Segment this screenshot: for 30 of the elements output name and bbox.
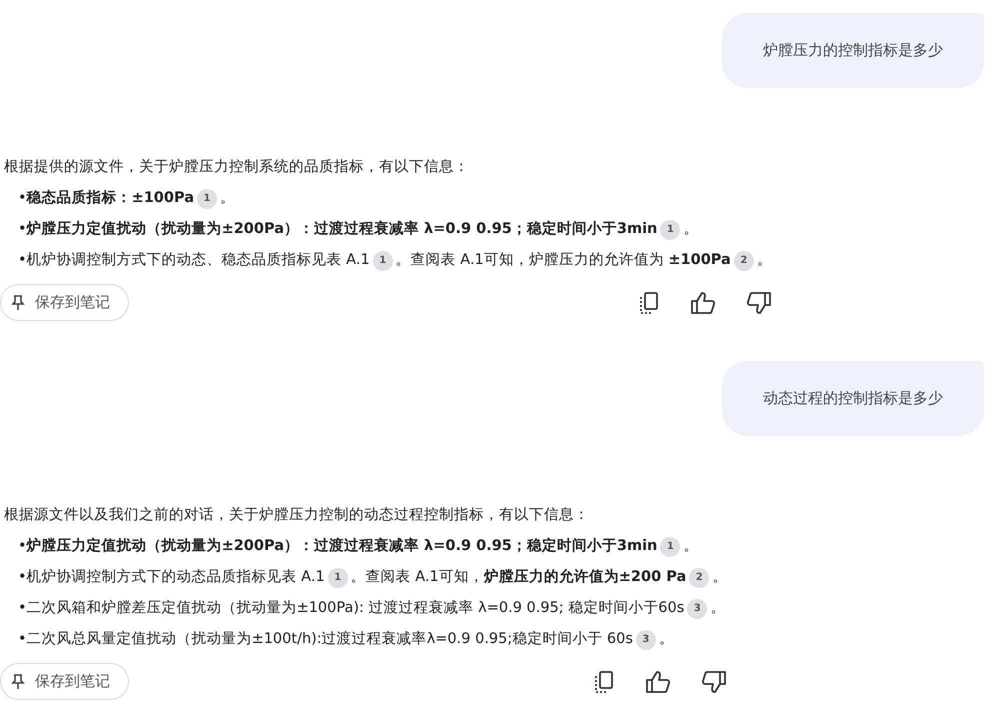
thumbs-up-icon[interactable]: [690, 290, 716, 314]
save-to-notes-button[interactable]: 保存到笔记: [0, 663, 129, 700]
citation-badge[interactable]: 3: [687, 599, 708, 619]
answer-intro: 根据提供的源文件，关于炉膛压力控制系统的品质指标，有以下信息：: [4, 158, 470, 177]
thumbs-down-icon[interactable]: [701, 670, 728, 694]
user-message-bubble: 炉膛压力的控制指标是多少: [722, 13, 984, 88]
bullet-point: •炉膛压力定值扰动（扰动量为±200Pa）：过渡过程衰减率 λ=0.9 0.95；稳定时间小于3min 1 。: [4, 531, 728, 562]
citation-badge[interactable]: 1: [197, 189, 218, 209]
save-to-notes-button[interactable]: 保存到笔记: [0, 284, 129, 321]
thumbs-up-icon[interactable]: [645, 670, 672, 694]
citation-badge[interactable]: 3: [636, 630, 656, 650]
thumbs-down-icon[interactable]: [746, 290, 772, 314]
citation-badge[interactable]: 1: [372, 251, 393, 271]
citation-badge[interactable]: 1: [328, 568, 348, 588]
citation-badge[interactable]: 1: [660, 220, 680, 240]
citation-badge[interactable]: 2: [689, 568, 710, 588]
user-message-bubble: 动态过程的控制指标是多少: [722, 361, 984, 436]
pin-icon: [11, 294, 25, 310]
bullet-point: •稳态品质指标：±100Pa 1 。: [4, 183, 772, 214]
copy-icon[interactable]: [593, 670, 616, 694]
pin-icon: [11, 674, 25, 690]
bullet-point: •炉膛压力定值扰动（扰动量为±200Pa）：过渡过程衰减率 λ=0.9 0.95；稳定时间小于3min 1 。: [4, 214, 772, 245]
bullet-point: •机炉协调控制方式下的动态品质指标见表 A.1 1 。查阅表 A.1可知，炉膛压力的允许值为±200 Pa 2 。: [4, 562, 728, 593]
bullet-point: •二次风总风量定值扰动（扰动量为±100t/h):过渡过程衰减率λ=0.9 0.95;稳定时间小于 60s 3 。: [4, 624, 728, 655]
copy-icon[interactable]: [638, 290, 660, 314]
citation-badge[interactable]: 2: [734, 251, 754, 271]
bullet-point: •二次风箱和炉膛差压定值扰动（扰动量为±100Pa): 过渡过程衰减率 λ=0.9 0.95; 稳定时间小于60s 3 。: [4, 593, 728, 624]
bullet-point: •机炉协调控制方式下的动态、稳态品质指标见表 A.1 1 。查阅表 A.1可知，炉膛压力的允许值为 ±100Pa 2 。: [4, 245, 772, 276]
answer-intro: 根据源文件以及我们之前的对话，关于炉膛压力控制的动态过程控制指标，有以下信息：: [4, 506, 590, 525]
citation-badge[interactable]: 1: [660, 537, 680, 557]
